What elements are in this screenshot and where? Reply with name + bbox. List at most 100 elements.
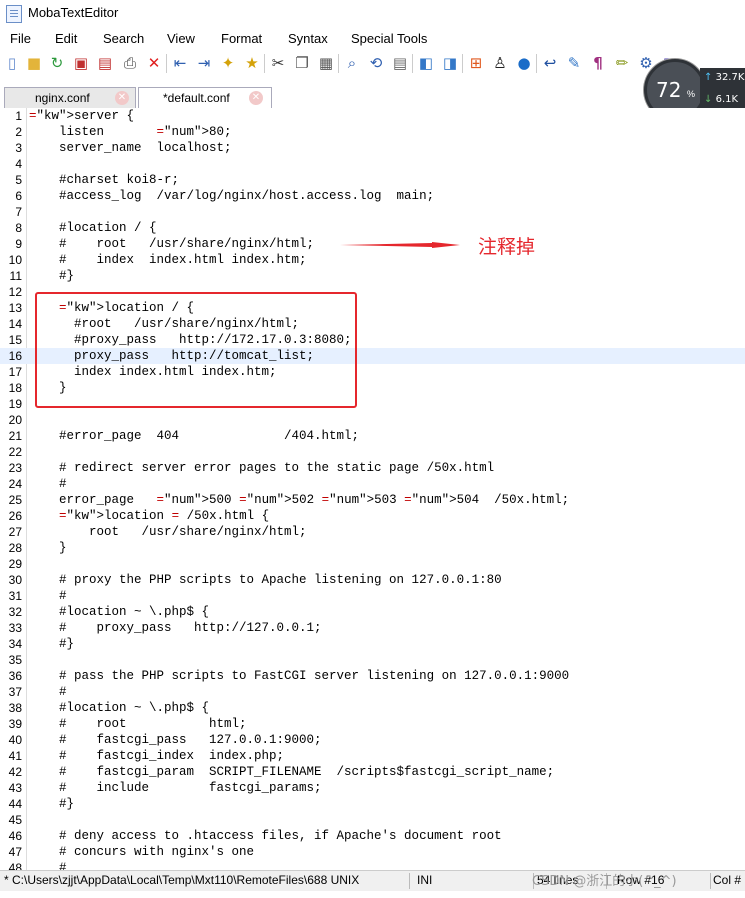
paragraph-icon[interactable]: ¶ (589, 53, 607, 73)
line-text: # (29, 477, 67, 491)
code-line[interactable]: 27 root /usr/share/nginx/html; (0, 524, 745, 540)
code-line[interactable]: 24 # (0, 476, 745, 492)
code-line[interactable]: 3 server_name localhost; (0, 140, 745, 156)
open-folder-icon[interactable]: ■ (25, 53, 43, 73)
code-line[interactable]: 2 listen ="num">80; (0, 124, 745, 140)
code-line[interactable]: 42 # fastcgi_param SCRIPT_FILENAME /scri… (0, 764, 745, 780)
close-tab-icon[interactable]: ✕ (115, 91, 129, 105)
tab-bar: nginx.conf ✕ *default.conf ✕ (0, 84, 745, 109)
code-line[interactable]: 1 ="kw">server { (0, 108, 745, 124)
tab-label: nginx.conf (35, 91, 90, 105)
new-file-icon[interactable]: ▯ (3, 53, 21, 73)
line-number: 41 (8, 749, 22, 763)
paste-icon[interactable]: ▦ (317, 53, 335, 73)
code-line[interactable]: 35 (0, 652, 745, 668)
edit-icon[interactable]: ✎ (565, 53, 583, 73)
code-line[interactable]: 34 #} (0, 636, 745, 652)
code-line[interactable]: 10 # index index.html index.htm; (0, 252, 745, 268)
menu-file[interactable]: File (10, 31, 31, 46)
windows-icon[interactable]: ⊞ (467, 53, 485, 73)
arrow-icon (340, 242, 460, 248)
tab-default-conf[interactable]: *default.conf ✕ (138, 87, 272, 109)
line-number: 15 (8, 333, 22, 347)
code-line[interactable]: 30 # proxy the PHP scripts to Apache lis… (0, 572, 745, 588)
code-line[interactable]: 7 (0, 204, 745, 220)
tab-nginx-conf[interactable]: nginx.conf ✕ (4, 87, 136, 108)
code-line[interactable]: 44 #} (0, 796, 745, 812)
print-icon[interactable]: ⎙ (121, 53, 139, 73)
code-line[interactable]: 41 # fastcgi_index index.php; (0, 748, 745, 764)
cut-icon[interactable]: ✂ (269, 53, 287, 73)
window-icon[interactable]: ◧ (417, 53, 435, 73)
code-line[interactable]: 25 error_page ="num">500 ="num">502 ="nu… (0, 492, 745, 508)
star-icon[interactable]: ★ (243, 53, 261, 73)
code-line[interactable]: 20 (0, 412, 745, 428)
code-line[interactable]: 39 # root html; (0, 716, 745, 732)
status-encoding[interactable]: INI (417, 873, 432, 887)
code-line[interactable]: 46 # deny access to .htaccess files, if … (0, 828, 745, 844)
code-line[interactable]: 29 (0, 556, 745, 572)
menu-syntax[interactable]: Syntax (288, 31, 328, 46)
code-line[interactable]: 32 #location ~ \.php$ { (0, 604, 745, 620)
menu-search[interactable]: Search (103, 31, 144, 46)
goto-icon[interactable]: ▤ (391, 53, 409, 73)
line-number: 36 (8, 669, 22, 683)
line-number: 27 (8, 525, 22, 539)
close-icon[interactable]: ✕ (145, 53, 163, 73)
save-icon[interactable]: ▣ (72, 53, 90, 73)
line-text: # proxy the PHP scripts to Apache listen… (29, 573, 502, 587)
reload-icon[interactable]: ↻ (48, 53, 66, 73)
line-text: # fastcgi_index index.php; (29, 749, 285, 763)
line-number: 2 (15, 125, 22, 139)
line-number: 18 (8, 381, 22, 395)
pen-icon[interactable]: ✏ (613, 53, 631, 73)
line-number: 42 (8, 765, 22, 779)
code-line[interactable]: 4 (0, 156, 745, 172)
linux-icon[interactable]: ♙ (491, 53, 509, 73)
code-line[interactable]: 11 #} (0, 268, 745, 284)
line-number: 40 (8, 733, 22, 747)
code-line[interactable]: 22 (0, 444, 745, 460)
code-line[interactable]: 38 #location ~ \.php$ { (0, 700, 745, 716)
line-text: error_page ="num">500 ="num">502 ="num">… (29, 493, 570, 507)
save-all-icon[interactable]: ▤ (96, 53, 114, 73)
code-line[interactable]: 48 # (0, 860, 745, 870)
code-line[interactable]: 5 #charset koi8-r; (0, 172, 745, 188)
menu-view[interactable]: View (167, 31, 195, 46)
code-line[interactable]: 33 # proxy_pass http://127.0.0.1; (0, 620, 745, 636)
find-replace-icon[interactable]: ⟲ (367, 53, 385, 73)
status-file-path: * C:\Users\zjjt\AppData\Local\Temp\Mxt11… (4, 873, 360, 887)
code-line[interactable]: 45 (0, 812, 745, 828)
code-line[interactable]: 6 #access_log /var/log/nginx/host.access… (0, 188, 745, 204)
line-number: 4 (15, 157, 22, 171)
code-line[interactable]: 8 #location / { (0, 220, 745, 236)
apple-icon[interactable]: ● (515, 53, 533, 73)
line-number: 10 (8, 253, 22, 267)
find-icon[interactable]: ⌕ (343, 53, 361, 73)
indent-icon[interactable]: ⇥ (195, 53, 213, 73)
wrap-icon[interactable]: ↩ (541, 53, 559, 73)
code-line[interactable]: 28 } (0, 540, 745, 556)
code-line[interactable]: 36 # pass the PHP scripts to FastCGI ser… (0, 668, 745, 684)
copy-icon[interactable]: ❐ (293, 53, 311, 73)
code-line[interactable]: 21 #error_page 404 /404.html; (0, 428, 745, 444)
code-line[interactable]: 43 # include fastcgi_params; (0, 780, 745, 796)
code-line[interactable]: 37 # (0, 684, 745, 700)
menu-format[interactable]: Format (221, 31, 262, 46)
code-line[interactable]: 47 # concurs with nginx's one (0, 844, 745, 860)
code-line[interactable]: 40 # fastcgi_pass 127.0.0.1:9000; (0, 732, 745, 748)
line-number: 39 (8, 717, 22, 731)
window-alt-icon[interactable]: ◨ (441, 53, 459, 73)
line-number: 28 (8, 541, 22, 555)
code-line[interactable]: 26 ="kw">location = /50x.html { (0, 508, 745, 524)
line-text: root /usr/share/nginx/html; (29, 525, 307, 539)
bookmark-icon[interactable]: ✦ (219, 53, 237, 73)
code-editor[interactable]: 1 ="kw">server {2 listen ="num">80; 3 serv… (0, 108, 745, 870)
close-tab-icon[interactable]: ✕ (249, 91, 263, 105)
code-line[interactable]: 23 # redirect server error pages to the … (0, 460, 745, 476)
unindent-icon[interactable]: ⇤ (171, 53, 189, 73)
menu-edit[interactable]: Edit (55, 31, 77, 46)
line-number: 14 (8, 317, 22, 331)
code-line[interactable]: 31 # (0, 588, 745, 604)
menu-special-tools[interactable]: Special Tools (351, 31, 427, 46)
